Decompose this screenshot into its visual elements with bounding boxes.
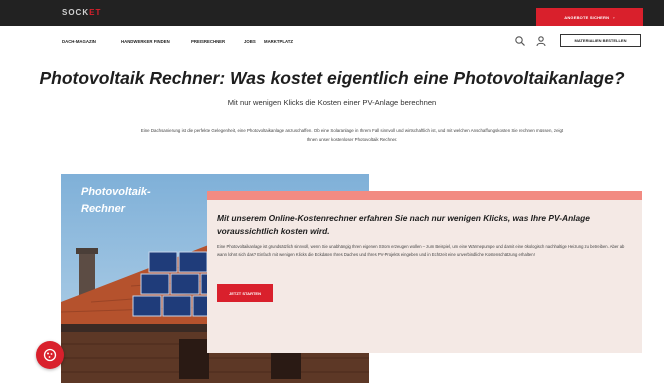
page-title: Photovoltaik Rechner: Was kostet eigentl… xyxy=(39,68,625,88)
nav-item-handwerker-finden[interactable]: HANDWERKER FINDEN xyxy=(121,39,170,44)
nav-item-preisrechner[interactable]: PREISRECHNER xyxy=(191,39,225,44)
logo-accent: ET xyxy=(89,8,102,17)
card-title: Mit unserem Online-Kostenrechner erfahre… xyxy=(217,213,590,236)
chevron-right-icon: › xyxy=(613,14,615,20)
offers-button[interactable]: ANGEBOTE SICHERN › xyxy=(536,8,643,26)
hero-title-line1: Photovoltaik- xyxy=(81,186,151,198)
card-body: Eine Photovoltaikanlage ist grundsätzlic… xyxy=(217,244,625,258)
hero-title: Photovoltaik- Rechner xyxy=(81,184,151,218)
nav-item-dach-magazin[interactable]: DACH-MAGAZIN xyxy=(62,39,96,44)
hero-title-line2: Rechner xyxy=(81,203,126,215)
search-icon[interactable] xyxy=(514,35,526,47)
user-icon[interactable] xyxy=(535,35,547,47)
cookie-icon xyxy=(43,348,57,362)
order-materials-button[interactable]: MATERIALIEN BESTELLEN xyxy=(560,34,641,47)
start-button[interactable]: JETZT STARTEN xyxy=(217,284,273,302)
nav-item-marktplatz[interactable]: MARKTPLATZ xyxy=(264,39,293,44)
offers-button-label: ANGEBOTE SICHERN xyxy=(564,14,610,20)
intro-text: Eine Dachsanierung ist die perfekte Gele… xyxy=(140,128,564,142)
cookie-settings-button[interactable] xyxy=(36,341,64,369)
nav-item-jobs[interactable]: JOBS xyxy=(244,39,256,44)
top-bar: SOCKET ANGEBOTE SICHERN › xyxy=(0,0,664,26)
main-nav: DACH-MAGAZIN HANDWERKER FINDEN PREISRECH… xyxy=(0,26,664,56)
page-subtitle: Mit nur wenigen Klicks die Kosten einer … xyxy=(227,98,437,107)
logo[interactable]: SOCKET xyxy=(62,8,101,17)
logo-text: SOCK xyxy=(62,8,90,17)
